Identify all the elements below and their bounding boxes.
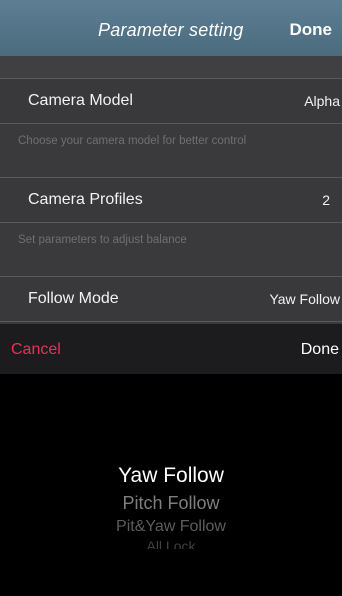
follow-mode-picker[interactable]: Yaw Follow Pitch Follow Pit&Yaw Follow A… <box>0 374 342 596</box>
page-title: Parameter setting <box>98 20 244 40</box>
section-spacer <box>0 56 342 78</box>
follow-mode-label: Follow Mode <box>28 290 119 307</box>
camera-model-label: Camera Model <box>28 92 133 109</box>
camera-profiles-label: Camera Profiles <box>28 191 143 208</box>
picker-option-all-lock-row[interactable]: All Lock <box>0 538 342 554</box>
picker-done-button[interactable]: Done <box>301 341 339 359</box>
camera-profiles-row[interactable]: Camera Profiles 2 <box>0 177 342 223</box>
settings-panel: Camera Model Alpha Choose your camera mo… <box>0 56 342 324</box>
done-button[interactable]: Done <box>290 20 333 40</box>
camera-model-hint: Choose your camera model for better cont… <box>18 135 247 147</box>
picker-option-yaw-follow[interactable]: Yaw Follow <box>0 464 342 488</box>
follow-mode-row[interactable]: Follow Mode Yaw Follow <box>0 276 342 322</box>
follow-mode-value: Yaw Follow <box>269 291 340 307</box>
camera-model-row[interactable]: Camera Model Alpha <box>0 78 342 124</box>
navbar: Parameter setting Done <box>0 0 342 56</box>
camera-profiles-value: 2 <box>322 192 330 208</box>
screen: Parameter setting Done Camera Model Alph… <box>0 0 342 596</box>
camera-profiles-hint: Set parameters to adjust balance <box>18 234 187 246</box>
picker-option-pit-yaw-follow[interactable]: Pit&Yaw Follow <box>0 518 342 536</box>
camera-model-value: Alpha <box>304 93 340 109</box>
picker-option-all-lock[interactable]: All Lock <box>146 538 195 549</box>
cancel-button[interactable]: Cancel <box>11 341 61 359</box>
picker-toolbar: Cancel Done <box>0 324 342 374</box>
picker-option-pitch-follow[interactable]: Pitch Follow <box>0 493 342 514</box>
